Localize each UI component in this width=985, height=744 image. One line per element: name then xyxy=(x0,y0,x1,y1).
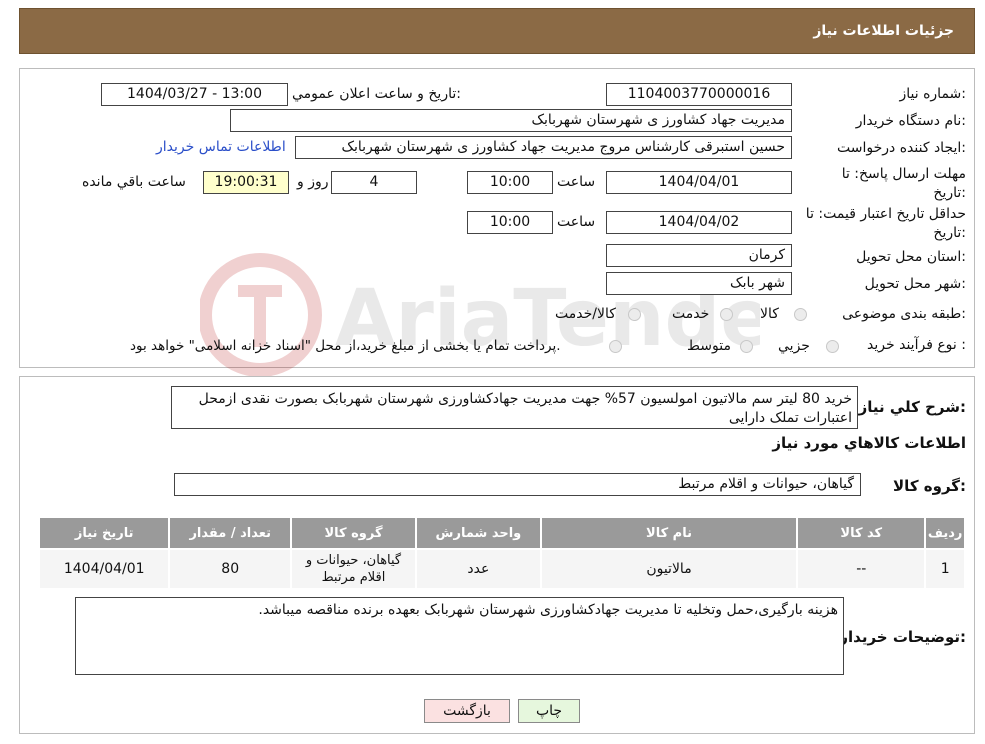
description-textarea: خرید 80 لیتر سم مالاتیون امولسیون 57% جه… xyxy=(171,386,858,429)
process-option-medium: متوسط xyxy=(687,338,731,354)
cell-unit: عدد xyxy=(414,548,542,590)
col-name: نام کالا xyxy=(539,516,799,550)
deadline-date-field: 1404/04/01 xyxy=(606,171,792,194)
process-note: پرداخت تمام یا بخشی از مبلغ خرید،از محل … xyxy=(130,338,561,354)
category-label: طبقه بندی موضوعی: xyxy=(842,306,966,322)
category-radio-goods[interactable] xyxy=(794,308,807,321)
buyer-notes-textarea: هزینه بارگیری،حمل وتخلیه تا مدیریت جهادک… xyxy=(75,597,844,675)
process-radio-partial[interactable] xyxy=(826,340,839,353)
days-label: روز و xyxy=(297,174,329,190)
validity-time-label: ساعت xyxy=(557,214,596,230)
remaining-time-field: 19:00:31 xyxy=(203,171,289,194)
page-title: جزئیات اطلاعات نیاز xyxy=(813,23,954,39)
col-group: گروه کالا xyxy=(290,516,417,550)
buyer-notes-label: توضیحات خریدار: xyxy=(839,628,966,646)
process-label: نوع فرآیند خرید : xyxy=(867,337,966,353)
process-checkbox-treasury[interactable] xyxy=(609,340,622,353)
description-label: شرح کلي نیاز: xyxy=(858,398,966,416)
city-field: شهر بابک xyxy=(606,272,792,295)
validity-time-field: 10:00 xyxy=(467,211,553,234)
buyer-field: مدیریت جهاد کشاورز ی شهرستان شهربابک xyxy=(230,109,792,132)
city-label: شهر محل تحویل: xyxy=(864,276,966,292)
category-radio-service[interactable] xyxy=(720,308,733,321)
category-radio-goods-service[interactable] xyxy=(628,308,641,321)
deadline-time-label: ساعت xyxy=(557,174,596,190)
buyer-notes-text: هزینه بارگیری،حمل وتخلیه تا مدیریت جهادک… xyxy=(258,602,838,618)
validity-label: حداقل تاریخ اعتبار قیمت: تا تاریخ: xyxy=(805,206,966,241)
category-option-goods-service: کالا/خدمت xyxy=(555,306,616,322)
cell-name: مالاتیون xyxy=(539,548,799,590)
validity-date-field: 1404/04/02 xyxy=(606,211,792,234)
print-button[interactable]: چاپ xyxy=(518,699,580,723)
days-remaining-field: 4 xyxy=(331,171,417,194)
process-radio-medium[interactable] xyxy=(740,340,753,353)
province-label: استان محل تحویل: xyxy=(856,249,966,265)
page-header: جزئیات اطلاعات نیاز xyxy=(19,8,975,54)
remaining-time-label: ساعت باقي مانده xyxy=(82,174,186,190)
need-number-field: 1104003770000016 xyxy=(606,83,792,106)
deadline-time-field: 10:00 xyxy=(467,171,553,194)
cell-quantity: 80 xyxy=(168,548,293,590)
announce-datetime-field: 1404/03/27 - 13:00 xyxy=(101,83,288,106)
process-option-partial: جزیي xyxy=(778,338,810,354)
category-option-service: خدمت xyxy=(672,306,710,322)
deadline-label: مهلت ارسال پاسخ: تا تاریخ: xyxy=(841,166,966,201)
need-number-label: شماره نیاز: xyxy=(899,86,966,102)
announce-label: تاریخ و ساعت اعلان عمومي: xyxy=(292,86,461,102)
cell-row: 1 xyxy=(924,548,966,590)
col-quantity: تعداد / مقدار xyxy=(168,516,293,550)
description-text: خرید 80 لیتر سم مالاتیون امولسیون 57% جه… xyxy=(198,391,852,426)
col-row: ردیف xyxy=(924,516,966,550)
creator-field: حسین استبرقی کارشناس مروج مدیریت جهاد کش… xyxy=(295,136,792,159)
goods-table: ردیف کد کالا نام کالا واحد شمارش گروه کا… xyxy=(37,516,966,590)
table-row: 1 -- مالاتیون عدد گیاهان، حیوانات و اقلا… xyxy=(37,548,966,590)
goods-group-field: گیاهان، حیوانات و اقلام مرتبط xyxy=(174,473,861,496)
cell-group: گیاهان، حیوانات و اقلام مرتبط xyxy=(290,548,417,590)
col-unit: واحد شمارش xyxy=(414,516,542,550)
goods-section-title: اطلاعات کالاهاي مورد نیاز xyxy=(772,434,966,452)
back-button[interactable]: بازگشت xyxy=(424,699,510,723)
buyer-label: نام دستگاه خریدار: xyxy=(855,113,966,129)
category-option-goods: کالا xyxy=(760,306,779,322)
cell-need-date: 1404/04/01 xyxy=(37,548,171,590)
table-header-row: ردیف کد کالا نام کالا واحد شمارش گروه کا… xyxy=(37,516,966,550)
buyer-contact-link[interactable]: اطلاعات تماس خریدار xyxy=(156,139,286,155)
cell-code: -- xyxy=(796,548,927,590)
col-code: کد کالا xyxy=(796,516,927,550)
province-field: کرمان xyxy=(606,244,792,267)
goods-group-label: گروه کالا: xyxy=(893,477,966,495)
creator-label: ایجاد کننده درخواست: xyxy=(837,140,966,156)
col-need-date: تاریخ نیاز xyxy=(37,516,171,550)
